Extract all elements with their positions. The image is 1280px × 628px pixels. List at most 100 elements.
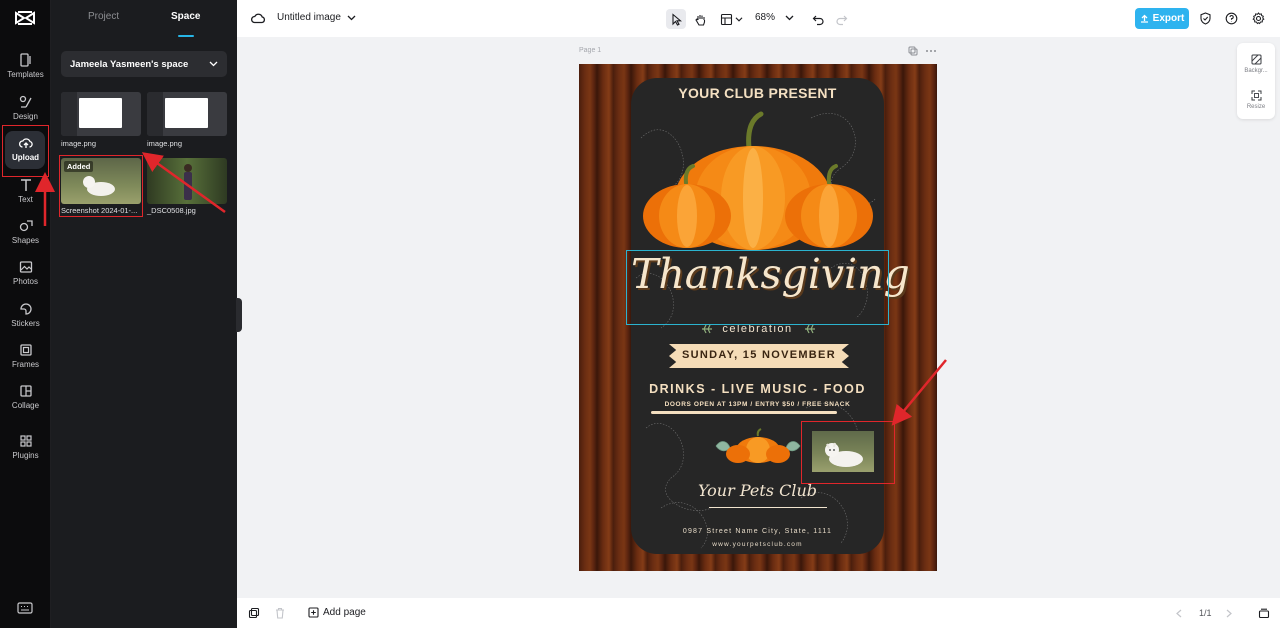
page-options-icon[interactable] xyxy=(907,45,937,57)
upload-arrow-icon xyxy=(1140,14,1148,23)
add-page-label: Add page xyxy=(323,607,366,618)
rail-item-label: Collage xyxy=(11,401,40,410)
layers-icon[interactable] xyxy=(248,607,260,619)
stickers-icon xyxy=(19,303,32,315)
thumbnail-preview xyxy=(79,98,122,128)
top-toolbar: Untitled image 68% Export xyxy=(237,0,1280,37)
rail-item-label: Templates xyxy=(7,70,44,79)
poster-activities-text[interactable]: DRINKS - LIVE MUSIC - FOOD xyxy=(631,382,884,396)
rail-item-stickers[interactable]: Stickers xyxy=(0,295,51,335)
resize-icon xyxy=(1251,90,1261,101)
website-text[interactable]: www.yourpetsclub.com xyxy=(631,541,884,548)
photos-icon xyxy=(19,261,32,273)
right-toolbar: Backgr... Resize xyxy=(1237,43,1275,119)
pumpkins-illustration[interactable] xyxy=(641,108,876,250)
cursor-pointer-icon xyxy=(671,12,682,26)
rail-item-photos[interactable]: Photos xyxy=(0,253,51,293)
redo-button[interactable] xyxy=(831,9,851,29)
rail-item-label: Plugins xyxy=(12,451,39,460)
chevron-down-icon[interactable] xyxy=(785,14,794,22)
rail-item-shapes[interactable]: Shapes xyxy=(0,212,51,252)
tab-space[interactable]: Space xyxy=(171,11,200,22)
shield-icon[interactable] xyxy=(1199,12,1212,25)
rail-item-templates[interactable]: Templates xyxy=(0,46,51,86)
hand-icon xyxy=(694,14,705,26)
help-icon[interactable] xyxy=(1225,12,1238,25)
poster-details-text[interactable]: DOORS OPEN AT 13PM / ENTRY $50 / FREE SN… xyxy=(631,401,884,408)
person-photo-preview xyxy=(184,164,192,200)
poster-header-text[interactable]: YOUR CLUB PRESENT xyxy=(631,85,884,101)
add-page-button[interactable]: Add page xyxy=(308,607,366,618)
document-title[interactable]: Untitled image xyxy=(277,12,341,23)
chevron-down-icon[interactable] xyxy=(347,14,356,22)
shapes-icon xyxy=(19,220,33,232)
address-text[interactable]: 0987 Street Name City, State, 1111 xyxy=(631,528,884,535)
file-name: _DSC0508.jpg xyxy=(147,206,196,215)
upload-thumbnail[interactable] xyxy=(147,158,227,204)
layout-grid-icon xyxy=(720,13,732,25)
templates-icon xyxy=(19,53,31,67)
divider-line xyxy=(709,507,827,508)
trash-icon[interactable] xyxy=(274,607,286,619)
rail-item-text[interactable]: Text xyxy=(0,171,51,211)
annotation-highlight-box xyxy=(59,155,143,217)
cloud-save-icon[interactable] xyxy=(251,12,266,24)
tool-label: Backgr... xyxy=(1244,68,1268,74)
undo-icon xyxy=(812,15,824,25)
chevron-right-icon[interactable] xyxy=(1225,609,1233,618)
bottom-toolbar: Add page 1/1 xyxy=(237,598,1280,628)
small-pumpkins-illustration[interactable] xyxy=(714,428,802,464)
annotation-highlight-box xyxy=(801,421,895,484)
keyboard-shortcuts-icon[interactable] xyxy=(17,601,33,615)
poster-date-text[interactable]: SUNDAY, 15 NOVEMBER xyxy=(669,349,849,361)
annotation-highlight-box xyxy=(2,125,49,177)
capcut-logo-icon[interactable] xyxy=(14,9,36,29)
text-icon xyxy=(20,179,31,191)
selection-box[interactable] xyxy=(626,250,889,325)
active-tab-indicator xyxy=(178,35,194,37)
rail-item-label: Design xyxy=(13,112,38,121)
rail-item-frames[interactable]: Frames xyxy=(0,336,51,376)
thumbnail-preview xyxy=(61,92,77,136)
hand-tool-button[interactable] xyxy=(690,9,710,29)
page-manager-icon[interactable] xyxy=(1258,607,1270,619)
rail-item-plugins[interactable]: Plugins xyxy=(0,427,51,467)
page-label: Page 1 xyxy=(579,47,602,54)
file-name: image.png xyxy=(61,139,97,148)
frames-icon xyxy=(19,344,32,356)
thumbnail-preview xyxy=(165,98,208,128)
rail-item-collage[interactable]: Collage xyxy=(0,377,51,417)
background-tool-button[interactable]: Backgr... xyxy=(1237,47,1275,81)
panel-collapse-handle[interactable] xyxy=(236,298,242,332)
left-rail: Templates Design Upload Text Shapes Phot… xyxy=(0,0,51,628)
export-label: Export xyxy=(1152,13,1185,24)
resize-tool-button[interactable]: Resize xyxy=(1237,83,1275,117)
zoom-level[interactable]: 68% xyxy=(755,12,775,23)
rail-item-design[interactable]: Design xyxy=(0,88,51,128)
design-icon xyxy=(19,95,32,108)
upload-thumbnail[interactable] xyxy=(147,92,227,136)
upload-panel: Project Space Jameela Yasmeen's space im… xyxy=(51,0,237,628)
collage-icon xyxy=(19,385,32,397)
select-tool-button[interactable] xyxy=(666,9,686,29)
space-dropdown[interactable]: Jameela Yasmeen's space xyxy=(61,51,227,77)
redo-icon xyxy=(835,15,847,25)
chevron-left-icon[interactable] xyxy=(1175,609,1183,618)
rail-item-label: Shapes xyxy=(11,236,40,245)
layout-tool-button[interactable] xyxy=(716,9,746,29)
leaf-ornament-icon xyxy=(702,324,712,334)
undo-button[interactable] xyxy=(808,9,828,29)
rail-item-label: Text xyxy=(18,195,33,204)
plugins-icon xyxy=(19,435,32,447)
space-name: Jameela Yasmeen's space xyxy=(70,58,189,70)
chevron-down-icon xyxy=(209,61,218,67)
tool-label: Resize xyxy=(1246,104,1266,110)
upload-thumbnail[interactable] xyxy=(61,92,141,136)
tab-project[interactable]: Project xyxy=(88,11,119,22)
rail-item-label: Stickers xyxy=(11,319,40,328)
settings-gear-icon[interactable] xyxy=(1252,12,1265,25)
divider-line xyxy=(651,411,837,414)
page-counter: 1/1 xyxy=(1199,608,1212,618)
add-page-icon xyxy=(308,607,319,618)
export-button[interactable]: Export xyxy=(1135,8,1189,29)
